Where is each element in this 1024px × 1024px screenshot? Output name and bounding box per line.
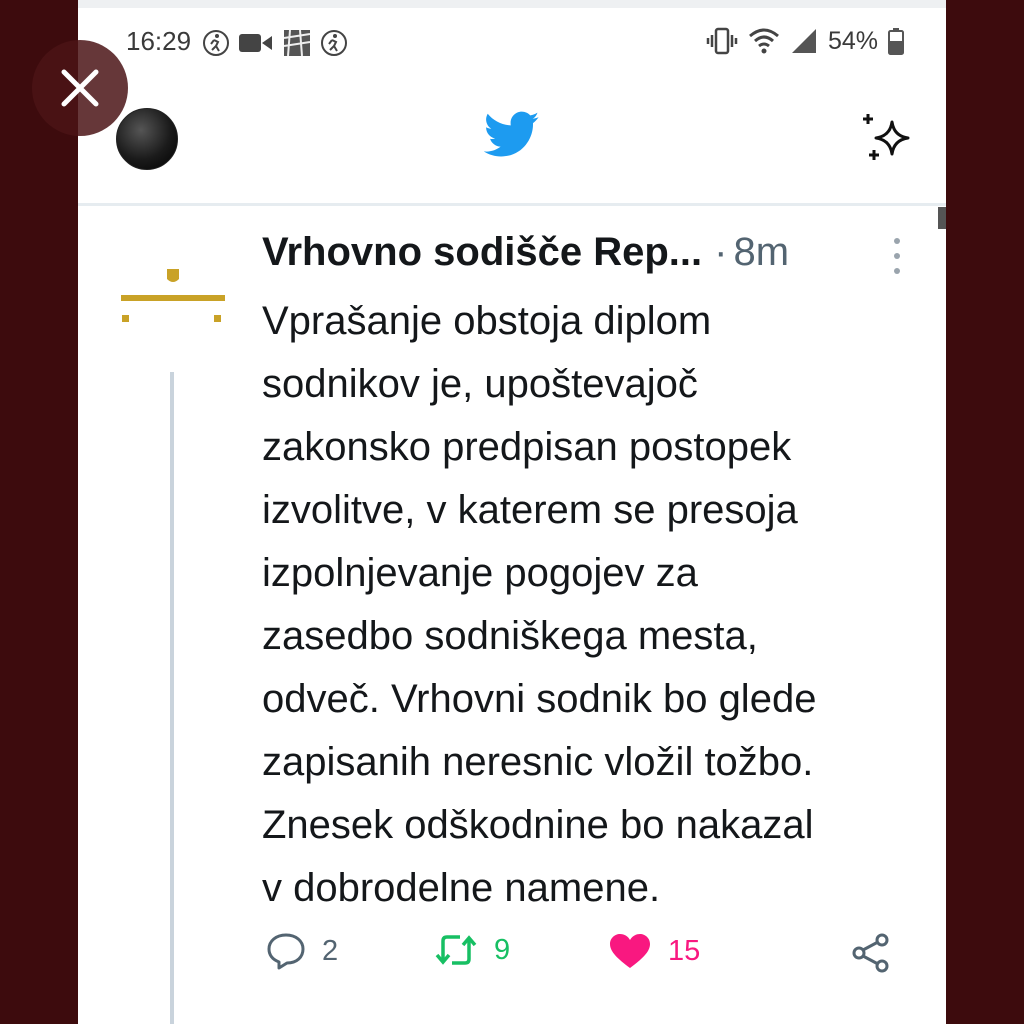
scrollbar-thumb[interactable] [938, 207, 946, 229]
close-button[interactable] [32, 40, 128, 136]
tweet-text: Vprašanje obstoja diplom sodnikov je, up… [262, 290, 930, 920]
reply-count: 2 [322, 934, 339, 967]
twitter-bird-icon[interactable] [484, 110, 540, 160]
sparkle-icon[interactable] [858, 110, 918, 170]
status-time: 16:29 [126, 26, 192, 56]
tweet-text-line: v dobrodelne namene. [262, 866, 661, 910]
top-gap [78, 0, 946, 8]
like-button[interactable]: 15 [608, 932, 700, 970]
more-options-icon[interactable] [890, 238, 904, 274]
separator-dot: · [714, 230, 728, 274]
status-right-icons: 54% [706, 26, 905, 56]
signal-icon [792, 29, 816, 53]
retweet-button[interactable]: 9 [434, 932, 510, 968]
activity-icon [203, 30, 229, 56]
tweet-text-line: izpolnjevanje pogojev za [262, 551, 698, 595]
share-button[interactable] [850, 932, 892, 974]
heart-icon [610, 934, 650, 968]
like-count: 15 [668, 934, 701, 967]
phone-screen: 16:29 54% Vrhovno sodišče Rep... · 8m Vp… [78, 0, 946, 1024]
image-icon [283, 29, 311, 57]
tweet-text-line: Znesek odškodnine bo nakazal [262, 803, 814, 847]
wifi-icon [749, 28, 779, 54]
author-name[interactable]: Vrhovno sodišče Rep... [262, 230, 702, 274]
tweet-text-line: zasedbo sodniškega mesta, [262, 614, 758, 658]
header-divider [78, 203, 946, 206]
video-icon [239, 34, 272, 52]
retweet-icon [435, 935, 477, 965]
activity-icon [321, 30, 347, 56]
tweet-time[interactable]: 8m [733, 230, 789, 274]
battery-percent: 54% [828, 26, 879, 55]
reply-button[interactable]: 2 [266, 932, 338, 970]
thread-line [170, 372, 174, 1024]
status-left-icons [202, 28, 348, 58]
reply-icon [267, 933, 305, 970]
close-icon [61, 69, 99, 107]
share-icon [852, 933, 889, 973]
court-logo-icon[interactable] [118, 265, 228, 327]
status-bar: 16:29 54% [78, 8, 946, 68]
vibrate-icon [706, 27, 738, 55]
tweet-text-line: zakonsko predpisan postopek [262, 425, 792, 469]
retweet-count: 9 [494, 933, 511, 966]
battery-icon [888, 28, 905, 55]
tweet-text-line: sodnikov je, upoštevajoč [262, 362, 698, 406]
tweet-header: Vrhovno sodišče Rep... · 8m [262, 230, 922, 282]
tweet-text-line: odveč. Vrhovni sodnik bo glede [262, 677, 817, 721]
tweet-actions: 2 9 15 [266, 932, 926, 982]
tweet-text-line: izvolitve, v katerem se presoja [262, 488, 798, 532]
tweet-text-line: zapisanih neresnic vložil tožbo. [262, 740, 814, 784]
tweet-text-line: Vprašanje obstoja diplom [262, 299, 712, 343]
